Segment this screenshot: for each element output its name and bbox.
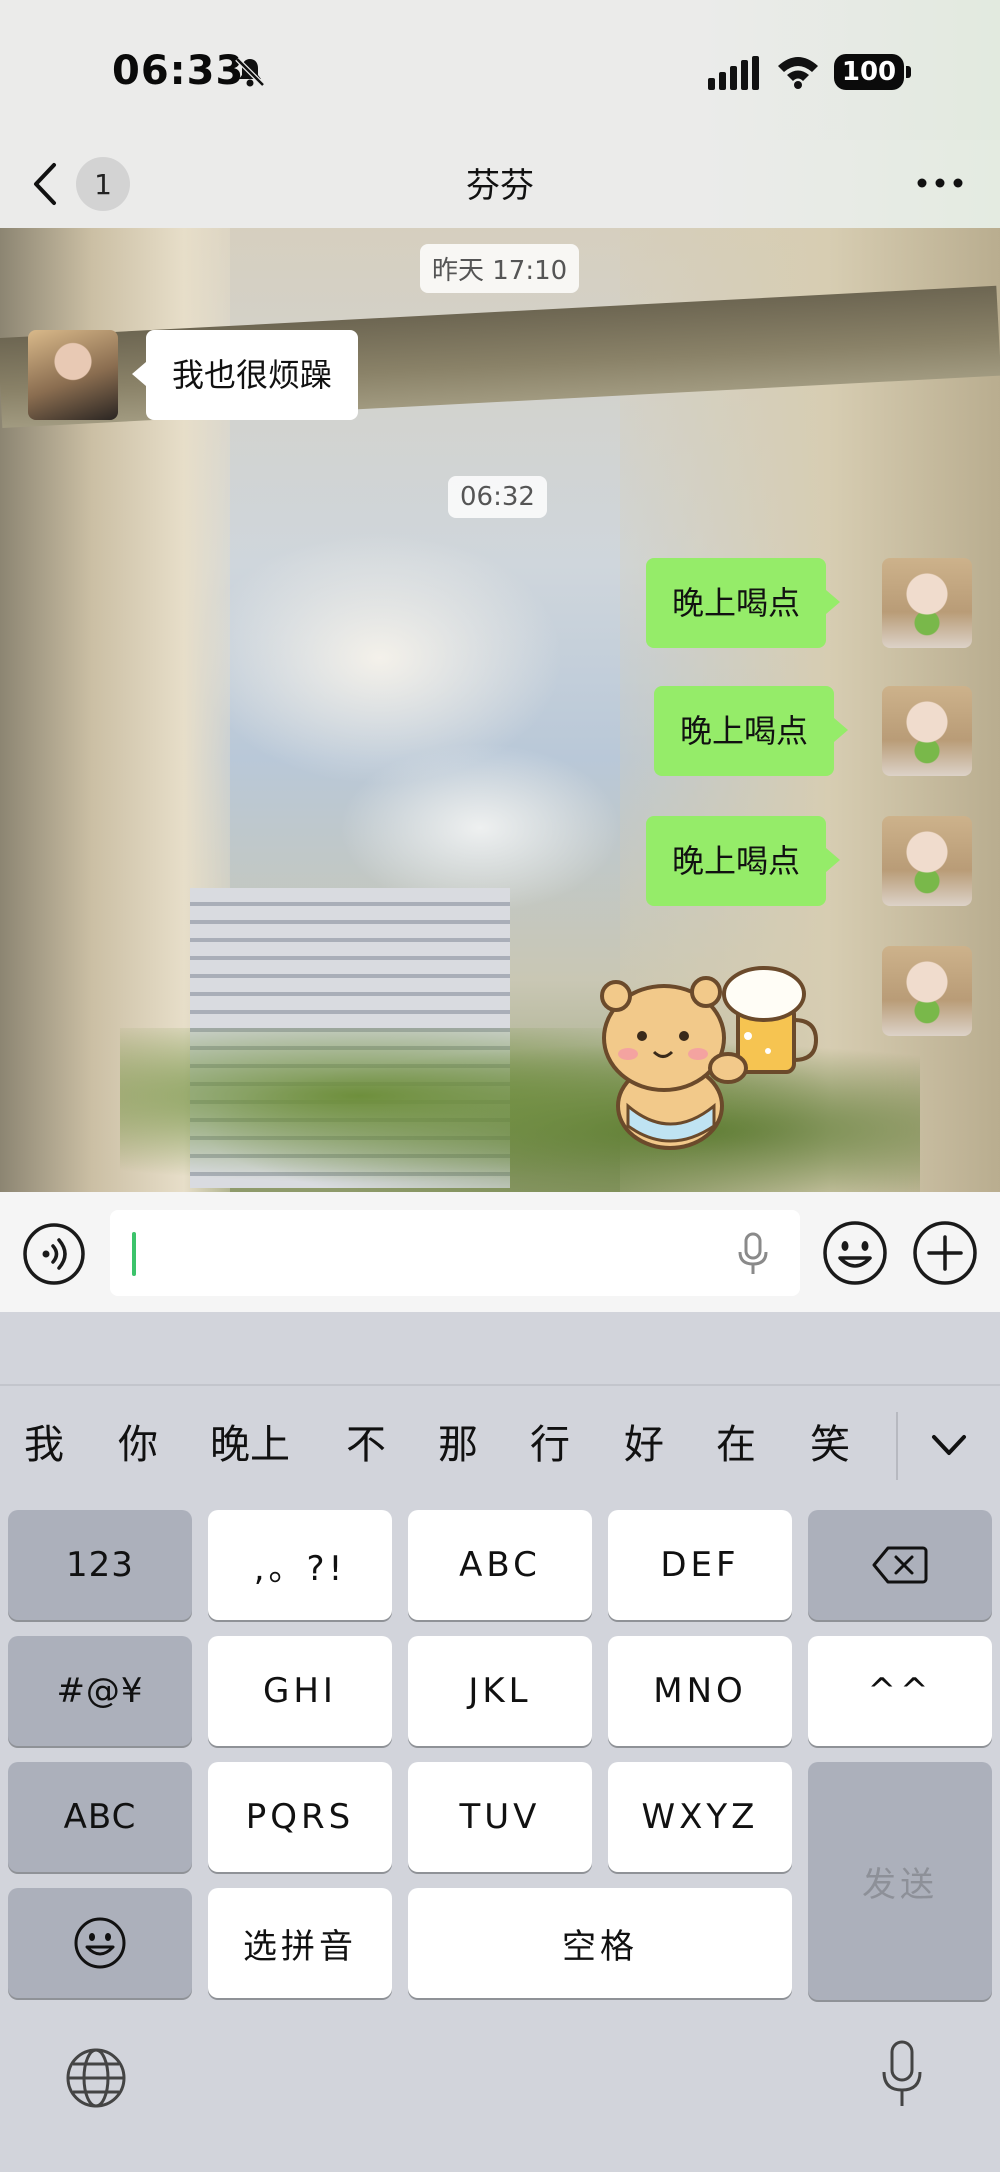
- battery-icon: 100: [834, 54, 911, 90]
- emoji-icon[interactable]: [822, 1220, 888, 1286]
- key-pinyin-select[interactable]: 选拼音: [208, 1888, 392, 1998]
- message-input[interactable]: [110, 1210, 800, 1296]
- key-label: ^^: [867, 1671, 933, 1711]
- key-emoticon[interactable]: ^^: [808, 1636, 992, 1746]
- self-avatar[interactable]: [882, 686, 972, 776]
- key-123[interactable]: 123: [8, 1510, 192, 1620]
- key-label: WXYZ: [641, 1797, 759, 1837]
- key-def[interactable]: DEF: [608, 1510, 792, 1620]
- key-wxyz[interactable]: WXYZ: [608, 1762, 792, 1872]
- key-label: 发送: [862, 1864, 938, 1905]
- more-icon[interactable]: [910, 168, 970, 198]
- text-caret: [132, 1232, 136, 1276]
- space-key[interactable]: 空格: [408, 1888, 792, 1998]
- voice-toggle-icon[interactable]: [22, 1222, 86, 1286]
- key-label: PQRS: [245, 1797, 355, 1837]
- self-avatar[interactable]: [882, 558, 972, 648]
- send-button[interactable]: 发送: [808, 1762, 992, 2000]
- key-label: 123: [66, 1545, 134, 1585]
- status-time: 06:33: [112, 48, 245, 94]
- key-label: #@¥: [56, 1671, 144, 1711]
- candidate-word[interactable]: 那: [438, 1412, 478, 1470]
- key-punctuation[interactable]: ,。?!: [208, 1510, 392, 1620]
- message-outgoing[interactable]: 晚上喝点: [646, 558, 841, 648]
- signal-icon: [708, 56, 759, 90]
- chat-area[interactable]: 昨天 17:10 我也很烦躁 06:32 晚上喝点 晚上喝点 晚上喝点: [0, 228, 1000, 1192]
- key-tuv[interactable]: TUV: [408, 1762, 592, 1872]
- key-label: TUV: [459, 1797, 541, 1837]
- wifi-icon: [778, 57, 818, 89]
- candidate-word[interactable]: 晚上: [210, 1412, 290, 1470]
- candidate-word[interactable]: 你: [118, 1412, 158, 1470]
- key-label: MNO: [653, 1671, 747, 1711]
- key-label: 空格: [562, 1926, 638, 1967]
- self-avatar[interactable]: [882, 816, 972, 906]
- key-jkl[interactable]: JKL: [408, 1636, 592, 1746]
- emoji-key[interactable]: [8, 1888, 192, 1998]
- status-bar: 06:33 100: [0, 0, 1000, 140]
- candidate-word[interactable]: 好: [624, 1412, 664, 1470]
- message-outgoing[interactable]: 晚上喝点: [654, 686, 849, 776]
- keyboard: 我 你 晚上 不 那 行 好 在 笑 123 ,。?! ABC DEF #@¥ …: [0, 1312, 1000, 2172]
- chevron-down-icon[interactable]: [926, 1422, 972, 1468]
- globe-icon[interactable]: [64, 2046, 128, 2110]
- smiley-key-icon: [74, 1917, 126, 1969]
- key-label: DEF: [660, 1545, 740, 1585]
- message-text: 晚上喝点: [672, 842, 801, 880]
- key-label: ABC: [63, 1797, 137, 1837]
- message-text: 晚上喝点: [672, 584, 801, 622]
- key-abc-letters[interactable]: ABC: [408, 1510, 592, 1620]
- nav-bar: 1 芬芬: [0, 140, 1000, 228]
- plus-icon[interactable]: [912, 1220, 978, 1286]
- key-label: ABC: [459, 1545, 541, 1585]
- key-symbols[interactable]: #@¥: [8, 1636, 192, 1746]
- message-outgoing[interactable]: 晚上喝点: [646, 816, 841, 906]
- candidate-word[interactable]: 我: [24, 1412, 64, 1470]
- timestamp-today: 06:32: [448, 476, 547, 518]
- candidate-separator: [896, 1412, 898, 1480]
- message-text: 我也很烦躁: [172, 356, 333, 394]
- key-abc-mode[interactable]: ABC: [8, 1762, 192, 1872]
- candidate-bar: 我 你 晚上 不 那 行 好 在 笑: [0, 1384, 1000, 1480]
- key-pqrs[interactable]: PQRS: [208, 1762, 392, 1872]
- keyboard-mic-icon[interactable]: [880, 2040, 924, 2110]
- key-mno[interactable]: MNO: [608, 1636, 792, 1746]
- candidate-word[interactable]: 笑: [810, 1412, 850, 1470]
- backspace-icon: [872, 1546, 928, 1584]
- candidate-word[interactable]: 在: [716, 1412, 756, 1470]
- backspace-key[interactable]: [808, 1510, 992, 1620]
- key-label: 选拼音: [243, 1926, 357, 1967]
- key-label: ,。?!: [253, 1548, 347, 1589]
- key-ghi[interactable]: GHI: [208, 1636, 392, 1746]
- chat-title: 芬芬: [466, 166, 534, 206]
- input-bar: [0, 1192, 1000, 1312]
- bell-muted-icon: [235, 57, 265, 87]
- battery-level: 100: [841, 57, 897, 87]
- message-text: 晚上喝点: [680, 712, 809, 750]
- contact-avatar[interactable]: [28, 330, 118, 420]
- candidate-word[interactable]: 不: [346, 1412, 386, 1470]
- key-label: GHI: [263, 1671, 337, 1711]
- bear-beer-sticker[interactable]: [588, 956, 828, 1156]
- self-avatar[interactable]: [882, 946, 972, 1036]
- candidate-word[interactable]: 行: [530, 1412, 570, 1470]
- message-incoming[interactable]: 我也很烦躁: [131, 330, 359, 420]
- microphone-icon[interactable]: [736, 1232, 770, 1276]
- timestamp-yesterday: 昨天 17:10: [420, 244, 580, 293]
- key-label: JKL: [468, 1671, 532, 1711]
